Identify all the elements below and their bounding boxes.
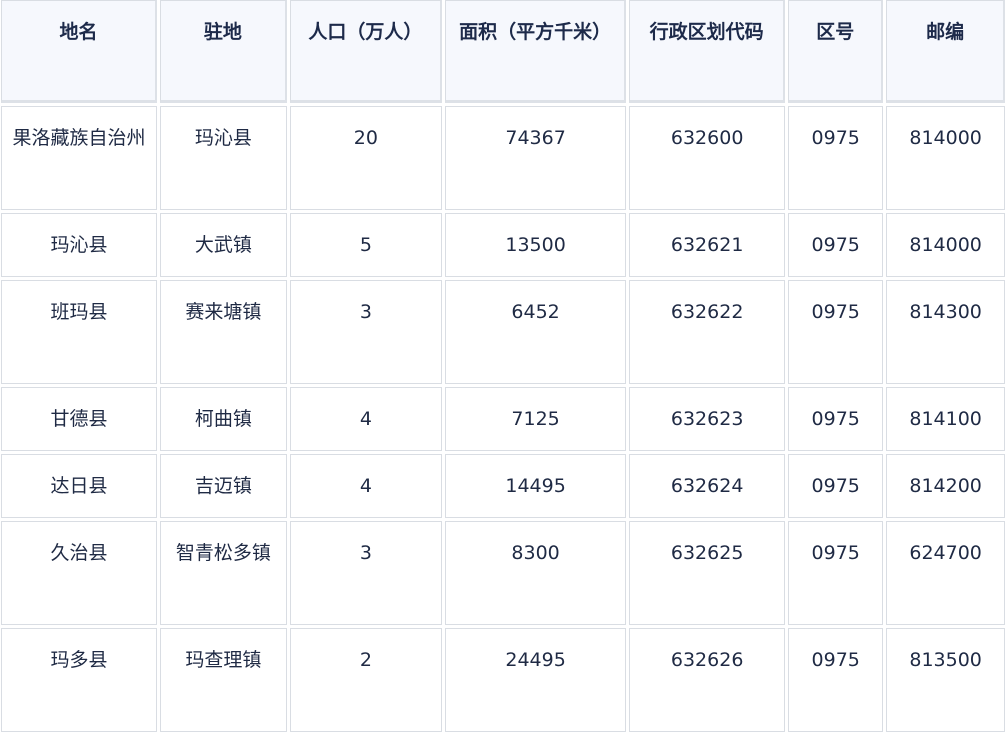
cell-place-name: 班玛县 xyxy=(1,280,158,384)
cell-postal-code: 814100 xyxy=(886,387,1005,451)
header-postal-code: 邮编 xyxy=(886,0,1005,103)
cell-area-code: 0975 xyxy=(788,106,884,210)
cell-area: 14495 xyxy=(445,454,627,518)
cell-seat: 赛来塘镇 xyxy=(160,280,287,384)
cell-area: 13500 xyxy=(445,213,627,277)
cell-area: 8300 xyxy=(445,521,627,625)
table-row: 玛多县 玛查理镇 2 24495 632626 0975 813500 xyxy=(1,628,1005,732)
table-row: 果洛藏族自治州 玛沁县 20 74367 632600 0975 814000 xyxy=(1,106,1005,210)
cell-division-code: 632600 xyxy=(629,106,786,210)
cell-division-code: 632622 xyxy=(629,280,786,384)
cell-area-code: 0975 xyxy=(788,628,884,732)
cell-postal-code: 814200 xyxy=(886,454,1005,518)
cell-division-code: 632626 xyxy=(629,628,786,732)
cell-area-code: 0975 xyxy=(788,280,884,384)
header-area: 面积（平方千米） xyxy=(445,0,627,103)
cell-population: 3 xyxy=(289,521,443,625)
cell-area: 24495 xyxy=(445,628,627,732)
cell-division-code: 632625 xyxy=(629,521,786,625)
cell-seat: 玛查理镇 xyxy=(160,628,287,732)
table-row: 达日县 吉迈镇 4 14495 632624 0975 814200 xyxy=(1,454,1005,518)
cell-population: 2 xyxy=(289,628,443,732)
table-row: 班玛县 赛来塘镇 3 6452 632622 0975 814300 xyxy=(1,280,1005,384)
cell-postal-code: 624700 xyxy=(886,521,1005,625)
cell-postal-code: 813500 xyxy=(886,628,1005,732)
cell-postal-code: 814300 xyxy=(886,280,1005,384)
cell-population: 4 xyxy=(289,454,443,518)
table-row: 久治县 智青松多镇 3 8300 632625 0975 624700 xyxy=(1,521,1005,625)
cell-area: 7125 xyxy=(445,387,627,451)
cell-area-code: 0975 xyxy=(788,521,884,625)
cell-area-code: 0975 xyxy=(788,454,884,518)
cell-seat: 大武镇 xyxy=(160,213,287,277)
cell-division-code: 632621 xyxy=(629,213,786,277)
cell-place-name: 玛沁县 xyxy=(1,213,158,277)
header-seat: 驻地 xyxy=(160,0,287,103)
cell-place-name: 玛多县 xyxy=(1,628,158,732)
cell-population: 3 xyxy=(289,280,443,384)
cell-place-name: 果洛藏族自治州 xyxy=(1,106,158,210)
cell-area: 6452 xyxy=(445,280,627,384)
cell-population: 5 xyxy=(289,213,443,277)
cell-postal-code: 814000 xyxy=(886,106,1005,210)
cell-area-code: 0975 xyxy=(788,387,884,451)
cell-population: 20 xyxy=(289,106,443,210)
cell-seat: 吉迈镇 xyxy=(160,454,287,518)
cell-place-name: 甘德县 xyxy=(1,387,158,451)
header-area-code: 区号 xyxy=(788,0,884,103)
cell-area: 74367 xyxy=(445,106,627,210)
cell-seat: 智青松多镇 xyxy=(160,521,287,625)
header-division-code: 行政区划代码 xyxy=(629,0,786,103)
cell-seat: 玛沁县 xyxy=(160,106,287,210)
cell-place-name: 久治县 xyxy=(1,521,158,625)
table-row: 玛沁县 大武镇 5 13500 632621 0975 814000 xyxy=(1,213,1005,277)
header-population: 人口（万人） xyxy=(289,0,443,103)
table-header-row: 地名 驻地 人口（万人） 面积（平方千米） 行政区划代码 区号 邮编 xyxy=(1,0,1005,103)
county-table: 地名 驻地 人口（万人） 面积（平方千米） 行政区划代码 区号 邮编 果洛藏族自… xyxy=(0,0,1008,735)
cell-division-code: 632623 xyxy=(629,387,786,451)
cell-division-code: 632624 xyxy=(629,454,786,518)
cell-area-code: 0975 xyxy=(788,213,884,277)
cell-place-name: 达日县 xyxy=(1,454,158,518)
cell-seat: 柯曲镇 xyxy=(160,387,287,451)
cell-population: 4 xyxy=(289,387,443,451)
header-place-name: 地名 xyxy=(1,0,158,103)
table-row: 甘德县 柯曲镇 4 7125 632623 0975 814100 xyxy=(1,387,1005,451)
cell-postal-code: 814000 xyxy=(886,213,1005,277)
